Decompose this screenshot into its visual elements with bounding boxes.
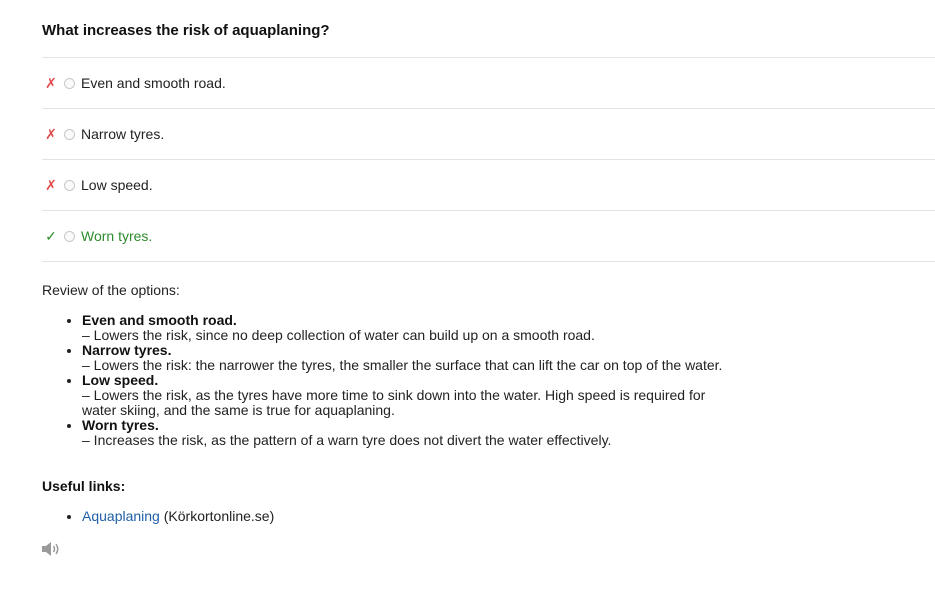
review-item: Worn tyres. – Increases the risk, as the… (82, 418, 742, 448)
radio-button[interactable] (64, 128, 75, 140)
review-item-title: Low speed. (82, 372, 159, 388)
review-item-title: Worn tyres. (82, 417, 159, 433)
review-item-description: – Increases the risk, as the pattern of … (82, 432, 612, 448)
radio-button[interactable] (64, 77, 75, 89)
link-source: (Körkortonline.se) (159, 508, 275, 524)
review-item-title: Narrow tyres. (82, 342, 172, 358)
option-label: Worn tyres. (81, 228, 153, 244)
review-item: Low speed. – Lowers the risk, as the tyr… (82, 373, 742, 418)
option-label: Even and smooth road. (81, 75, 226, 91)
wrong-mark-icon: ✗ (45, 176, 57, 193)
review-item: Narrow tyres. – Lowers the risk: the nar… (82, 343, 742, 373)
review-item-description: – Lowers the risk, since no deep collect… (82, 327, 595, 343)
check-mark-icon: ✓ (45, 227, 57, 244)
option-row[interactable]: ✗ Even and smooth road. (42, 58, 935, 109)
speaker-icon[interactable] (41, 541, 61, 557)
review-heading: Review of the options: (42, 282, 180, 298)
useful-links-heading: Useful links: (42, 478, 126, 494)
wrong-mark-icon: ✗ (45, 74, 57, 91)
question-title: What increases the risk of aquaplaning? (42, 22, 330, 39)
useful-links-list: Aquaplaning (Körkortonline.se) (42, 509, 274, 524)
option-label: Narrow tyres. (81, 126, 165, 142)
aquaplaning-link[interactable]: Aquaplaning (82, 508, 160, 524)
review-item-description: – Lowers the risk: the narrower the tyre… (82, 357, 723, 373)
option-row[interactable]: ✗ Narrow tyres. (42, 109, 935, 160)
option-row[interactable]: ✗ Low speed. (42, 160, 935, 211)
option-row[interactable]: ✓ Worn tyres. (42, 211, 935, 262)
option-label: Low speed. (81, 177, 153, 193)
radio-button[interactable] (64, 230, 75, 242)
review-item-title: Even and smooth road. (82, 312, 237, 328)
review-list: Even and smooth road. – Lowers the risk,… (42, 313, 742, 448)
review-item-description: – Lowers the risk, as the tyres have mor… (82, 387, 706, 418)
review-item: Even and smooth road. – Lowers the risk,… (82, 313, 742, 343)
radio-button[interactable] (64, 179, 75, 191)
link-item: Aquaplaning (Körkortonline.se) (82, 509, 274, 524)
answer-options: ✗ Even and smooth road. ✗ Narrow tyres. … (42, 57, 935, 262)
wrong-mark-icon: ✗ (45, 125, 57, 142)
